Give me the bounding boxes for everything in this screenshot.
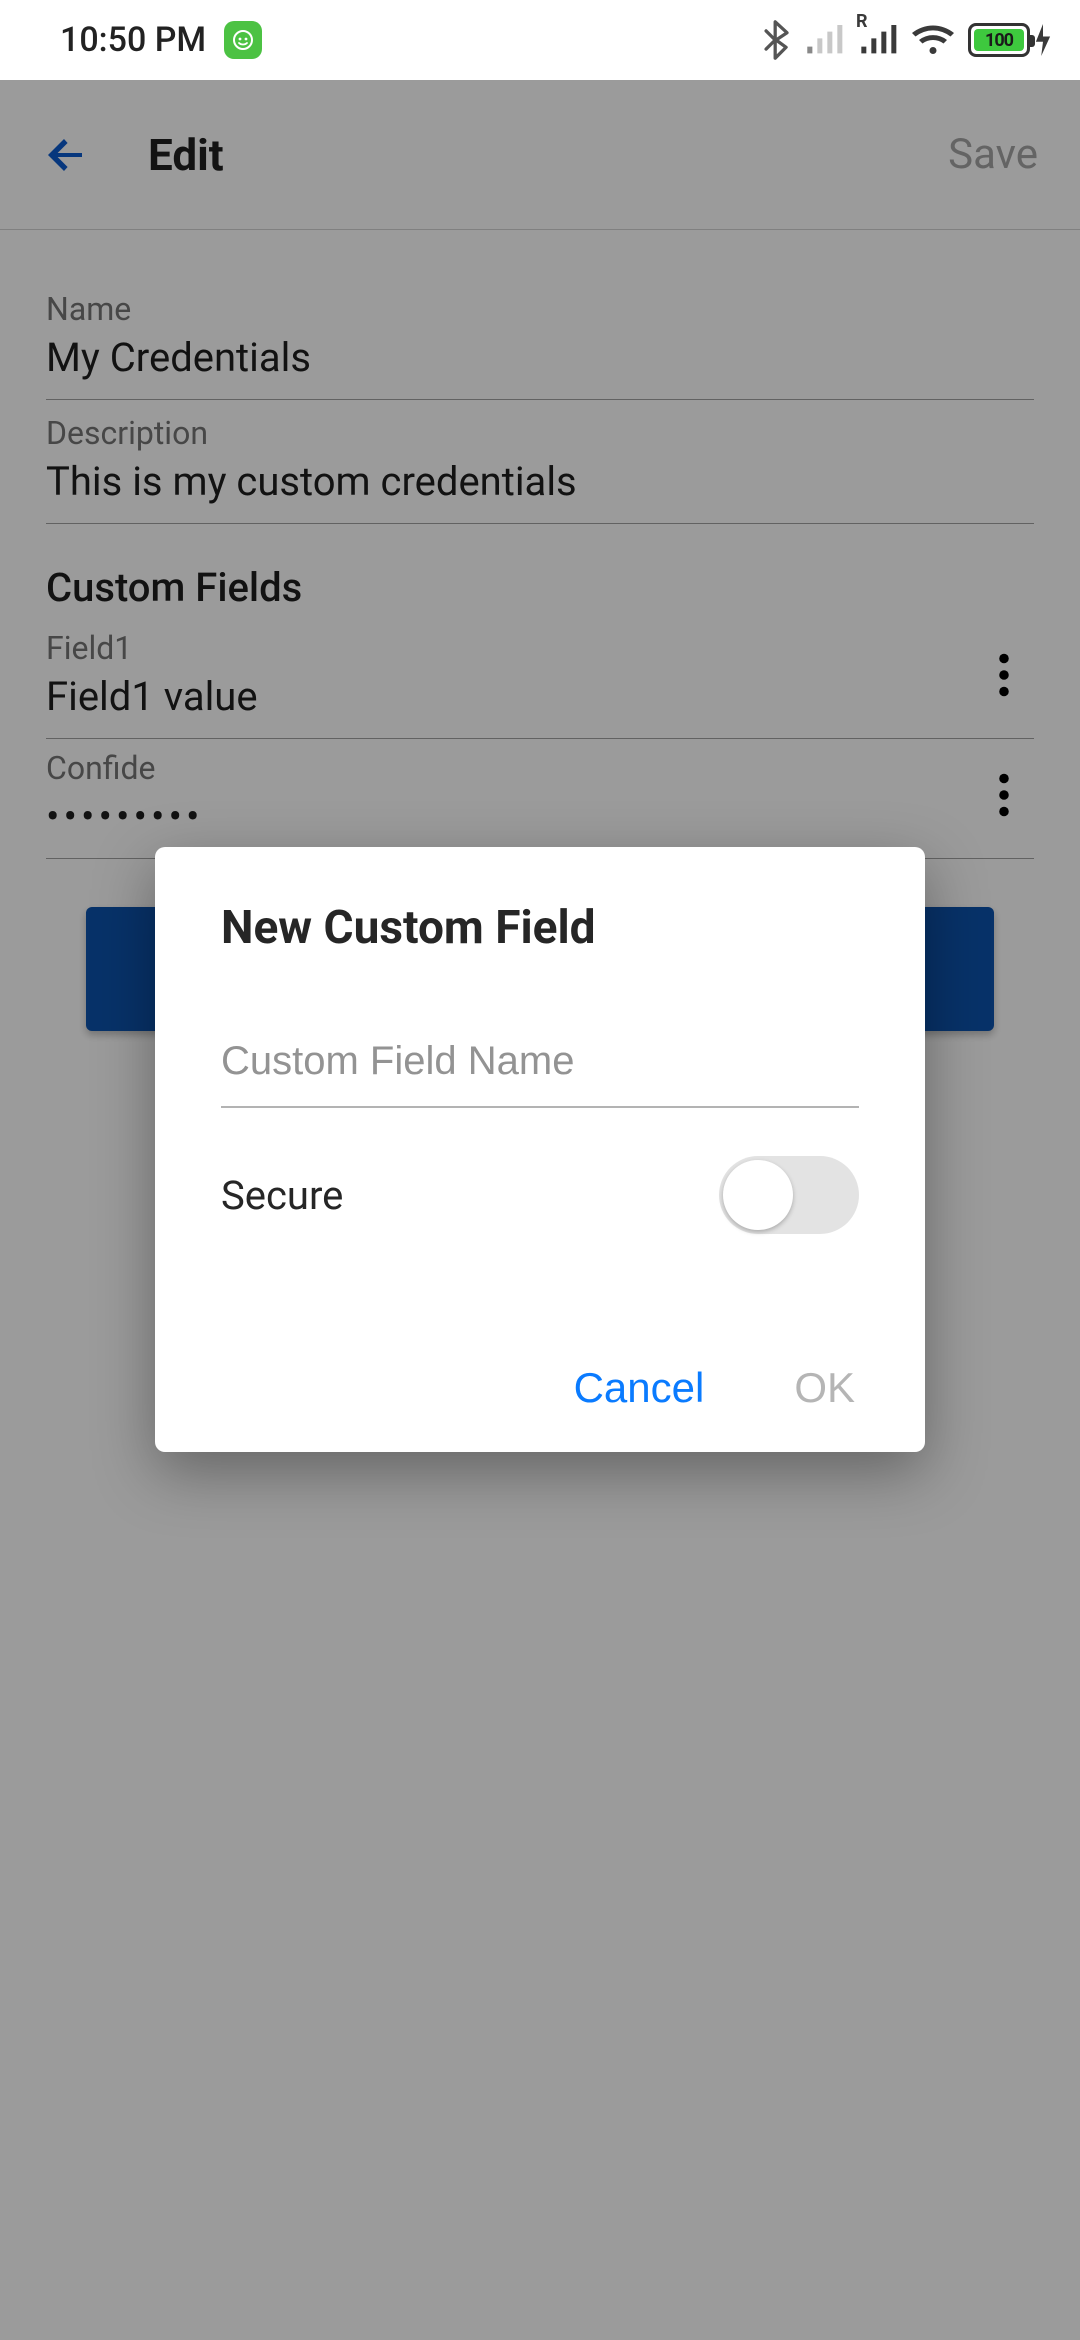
ok-button[interactable]: OK: [794, 1364, 855, 1412]
roaming-label: R: [856, 11, 868, 32]
secure-row: Secure: [221, 1156, 859, 1234]
dialog-title: New Custom Field: [221, 901, 859, 955]
toggle-knob: [723, 1160, 793, 1230]
status-time: 10:50 PM: [60, 20, 206, 60]
battery-indicator: 100: [968, 23, 1052, 57]
wifi-icon: [912, 23, 954, 57]
secure-toggle[interactable]: [719, 1156, 859, 1234]
status-right: R 100: [764, 20, 1052, 60]
battery-pct: 100: [974, 29, 1024, 51]
notification-app-icon: [224, 21, 262, 59]
secure-label: Secure: [221, 1172, 343, 1219]
status-left: 10:50 PM: [60, 20, 262, 60]
charging-icon: [1034, 24, 1052, 56]
bluetooth-icon: [764, 20, 790, 60]
cancel-button[interactable]: Cancel: [574, 1364, 705, 1412]
status-bar: 10:50 PM R 100: [0, 0, 1080, 80]
new-custom-field-dialog: New Custom Field Secure Cancel OK: [155, 847, 925, 1452]
dialog-actions: Cancel OK: [221, 1364, 859, 1412]
app-root: Edit Save Name My Credentials Descriptio…: [0, 80, 1080, 2340]
signal-weak-icon: [804, 23, 844, 57]
custom-field-name-input[interactable]: [221, 1033, 859, 1108]
